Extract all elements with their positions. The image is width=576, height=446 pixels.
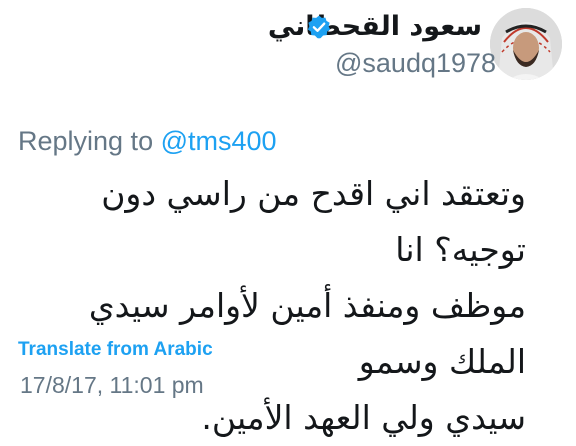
translate-link[interactable]: Translate from Arabic	[18, 338, 213, 362]
tweet-card: سعود القحطاني @saudq1978 Replying to @tm…	[0, 0, 576, 437]
profile-photo-icon	[490, 8, 562, 80]
replying-to-label: Replying to	[18, 126, 161, 156]
replying-to: Replying to @tms400	[18, 124, 277, 158]
replying-to-link[interactable]: @tms400	[161, 126, 277, 156]
tweet-text: وتعتقد اني اقدح من راسي دون توجيه؟ انا م…	[18, 166, 526, 446]
verified-badge-icon	[307, 15, 331, 39]
user-handle[interactable]: @saudq1978	[335, 46, 496, 80]
avatar[interactable]	[490, 8, 562, 80]
display-name[interactable]: سعود القحطاني	[268, 10, 482, 44]
timestamp[interactable]: 17/8/17, 11:01 pm	[20, 370, 204, 400]
tweet-text-line: وتعتقد اني اقدح من راسي دون توجيه؟ انا	[101, 174, 526, 269]
